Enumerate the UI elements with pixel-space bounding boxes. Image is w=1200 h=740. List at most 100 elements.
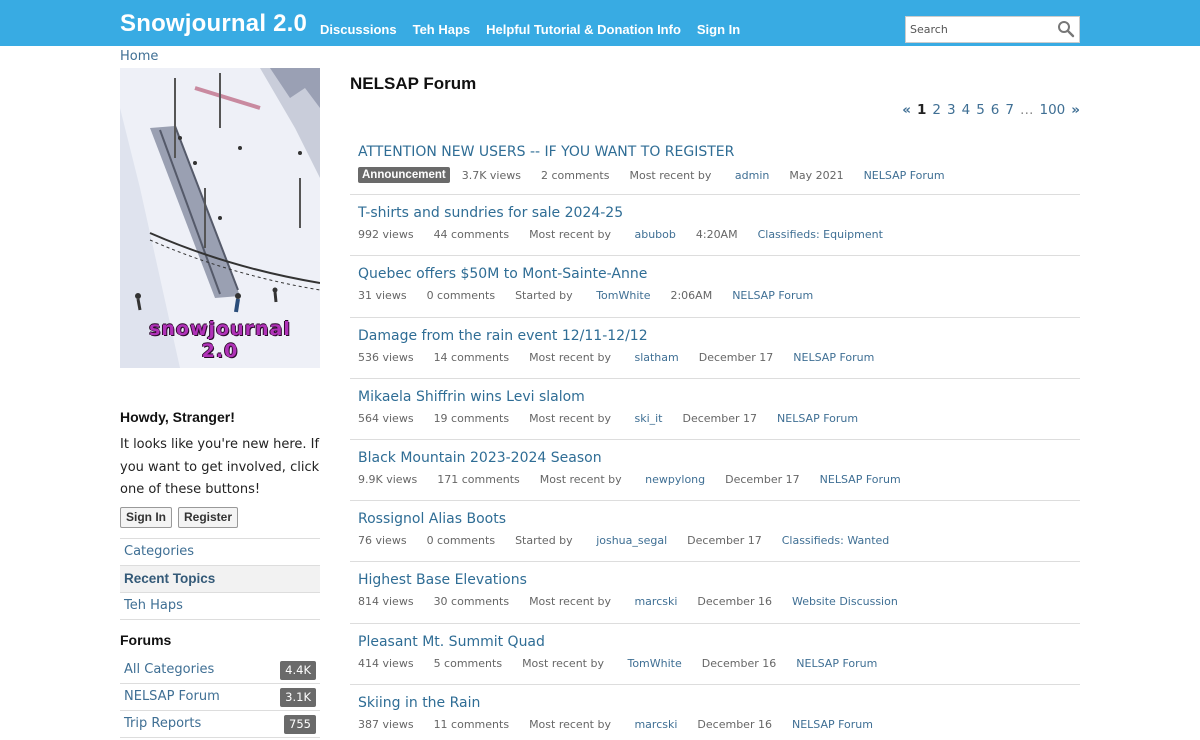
topic-row: Rossignol Alias Boots 76 views 0 comments S… [350, 501, 1080, 563]
page-title: NELSAP Forum [350, 74, 477, 93]
search-box [905, 16, 1080, 43]
topic-date: December 16 [701, 656, 777, 670]
topic-date: May 2021 [789, 168, 844, 182]
topic-title-link[interactable]: Damage from the rain event 12/11-12/12 [358, 328, 648, 344]
topic-date: 4:20AM [695, 228, 738, 242]
topic-row: ATTENTION NEW USERS -- IF YOU WANT TO RE… [350, 134, 1080, 196]
topic-category-link[interactable]: Classifieds: Equipment [758, 228, 883, 241]
topic-author-link[interactable]: ski_it [634, 412, 662, 425]
topic-title-link[interactable]: Highest Base Elevations [358, 572, 527, 588]
topic-author-link[interactable]: joshua_segal [596, 534, 667, 547]
topic-author-link[interactable]: TomWhite [627, 657, 681, 670]
topic-title-link[interactable]: T-shirts and sundries for sale 2024-25 [358, 205, 623, 221]
pager-page-1: 1 [917, 102, 927, 118]
topic-author-link[interactable]: marcski [634, 718, 677, 731]
sidenav-item-recent-topics[interactable]: Recent Topics [120, 566, 320, 593]
pager-page-6[interactable]: 6 [991, 102, 1000, 118]
topic-comments: 11 comments [433, 717, 510, 731]
sidenav-item-teh-haps[interactable]: Teh Haps [120, 593, 320, 620]
most-recent-label: Most recent by [529, 411, 611, 425]
forum-item-nelsap-forum[interactable]: NELSAP Forum 3.1K [120, 684, 320, 711]
topic-title-link[interactable]: Pleasant Mt. Summit Quad [358, 634, 545, 650]
topic-author-link[interactable]: newpylong [645, 473, 705, 486]
topic-row: Damage from the rain event 12/11-12/12 53… [350, 318, 1080, 379]
pager-prev[interactable]: « [902, 102, 911, 118]
logo-text-line-2: 2.0 [201, 340, 239, 362]
pager-ellipsis: … [1019, 102, 1034, 118]
topic-meta: 9.9K views 171 comments Most recent by new… [358, 473, 921, 486]
topic-comments: 0 comments [426, 289, 496, 303]
nav-tutorial-donation[interactable]: Helpful Tutorial & Donation Info [486, 22, 681, 37]
pagination: « 1 2 3 4 5 6 7 … 100 » [902, 102, 1080, 118]
topic-comments: 5 comments [433, 656, 503, 670]
topic-comments: 30 comments [433, 595, 510, 609]
pager-page-5[interactable]: 5 [976, 102, 985, 118]
nav-discussions[interactable]: Discussions [320, 22, 397, 37]
topic-comments: 171 comments [437, 472, 520, 486]
howdy-title: Howdy, Stranger! [120, 409, 235, 425]
topic-category-link[interactable]: NELSAP Forum [793, 351, 874, 364]
topic-date: 2:06AM [670, 289, 713, 303]
topic-date: December 17 [698, 350, 774, 364]
topic-row: T-shirts and sundries for sale 2024-25 99… [350, 195, 1080, 257]
announcement-badge: Announcement [358, 167, 450, 183]
topic-title-link[interactable]: Mikaela Shiffrin wins Levi slalom [358, 389, 585, 405]
forum-item-all-categories[interactable]: All Categories 4.4K [120, 657, 320, 684]
topic-views: 387 views [358, 717, 414, 731]
topic-views: 9.9K views [358, 472, 418, 486]
topic-author-link[interactable]: admin [735, 169, 769, 182]
topic-title-link[interactable]: Black Mountain 2023-2024 Season [358, 450, 602, 466]
logo-text-line-1: snowjournal [149, 318, 291, 340]
topic-author-link[interactable]: abubob [634, 228, 675, 241]
search-input[interactable] [906, 17, 1054, 42]
nav-teh-haps[interactable]: Teh Haps [413, 22, 471, 37]
topic-category-link[interactable]: Website Discussion [792, 595, 898, 608]
most-recent-label: Most recent by [529, 228, 611, 242]
most-recent-label: Started by [515, 534, 573, 548]
most-recent-label: Most recent by [529, 717, 611, 731]
topic-author-link[interactable]: slatham [634, 351, 678, 364]
topic-most-recent: Most recent by abubob [529, 228, 676, 241]
topic-comments: 44 comments [433, 228, 510, 242]
topic-author-link[interactable]: marcski [634, 595, 677, 608]
sign-in-button[interactable]: Sign In [120, 507, 172, 528]
forum-item-trip-reports[interactable]: Trip Reports 755 [120, 711, 320, 738]
topic-views: 31 views [358, 289, 407, 303]
nav-sign-in[interactable]: Sign In [697, 22, 740, 37]
topic-title-link[interactable]: Quebec offers $50M to Mont-Sainte-Anne [358, 266, 647, 282]
topic-meta: 414 views 5 comments Most recent by TomWhi… [358, 657, 897, 670]
topic-category-link[interactable]: NELSAP Forum [864, 169, 945, 182]
topic-category-link[interactable]: NELSAP Forum [792, 718, 873, 731]
topic-most-recent: Most recent by admin [629, 169, 769, 182]
topic-category-link[interactable]: NELSAP Forum [820, 473, 901, 486]
topic-meta: 814 views 30 comments Most recent by marcs… [358, 595, 918, 608]
topic-category-link[interactable]: NELSAP Forum [732, 289, 813, 302]
pager-next[interactable]: » [1071, 102, 1080, 118]
breadcrumb-home[interactable]: Home [120, 49, 158, 64]
site-brand[interactable]: Snowjournal 2.0 [120, 10, 307, 38]
topic-category-link[interactable]: NELSAP Forum [796, 657, 877, 670]
pager-page-3[interactable]: 3 [947, 102, 956, 118]
pager-page-last[interactable]: 100 [1039, 102, 1065, 118]
most-recent-label: Most recent by [522, 656, 604, 670]
topic-category-link[interactable]: NELSAP Forum [777, 412, 858, 425]
pager-page-2[interactable]: 2 [932, 102, 941, 118]
pager-page-7[interactable]: 7 [1005, 102, 1014, 118]
site-logo[interactable]: snowjournal 2.0 [120, 68, 320, 368]
topic-title-link[interactable]: Rossignol Alias Boots [358, 511, 506, 527]
topic-author-link[interactable]: TomWhite [596, 289, 650, 302]
most-recent-label: Started by [515, 289, 573, 303]
pager-page-4[interactable]: 4 [962, 102, 971, 118]
topic-category-link[interactable]: Classifieds: Wanted [782, 534, 890, 547]
topic-comments: 19 comments [433, 411, 510, 425]
register-button[interactable]: Register [178, 507, 239, 528]
topic-views: 414 views [358, 656, 414, 670]
forums-list: All Categories 4.4K NELSAP Forum 3.1K Tr… [120, 657, 320, 738]
topic-title-link[interactable]: Skiing in the Rain [358, 695, 480, 711]
forum-count-badge: 755 [284, 715, 316, 734]
search-icon[interactable] [1057, 20, 1075, 38]
topic-title-link[interactable]: ATTENTION NEW USERS -- IF YOU WANT TO RE… [358, 144, 734, 160]
forum-item-label: All Categories [124, 662, 215, 677]
topic-row: Pleasant Mt. Summit Quad 414 views 5 comme… [350, 624, 1080, 685]
sidenav-item-categories[interactable]: Categories [120, 539, 320, 566]
